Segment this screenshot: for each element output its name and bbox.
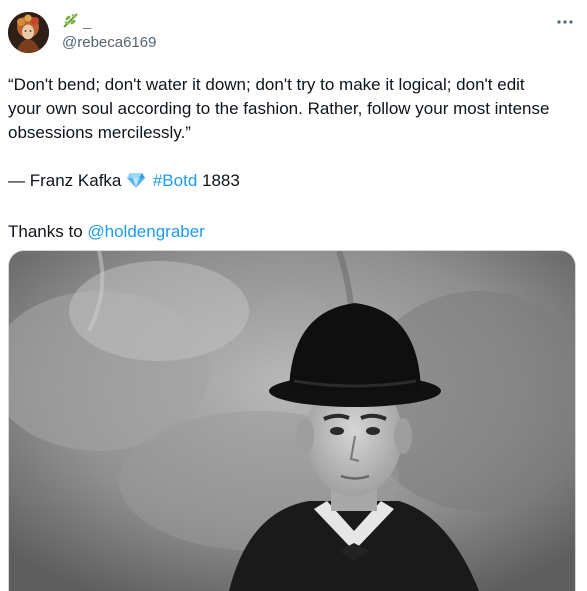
hashtag-link[interactable]: #Botd xyxy=(153,171,197,190)
more-options-button[interactable] xyxy=(553,12,577,32)
tweet-media[interactable] xyxy=(8,250,576,591)
tweet-text: “Don't bend; don't water it down; don't … xyxy=(8,73,578,244)
year-text: 1883 xyxy=(202,171,240,190)
author-name-row[interactable]: _ xyxy=(62,12,91,33)
quote-line-2: your own soul according to the fashion. … xyxy=(8,99,550,118)
mention-link[interactable]: @holdengraber xyxy=(87,222,204,241)
quote-line-3: obsessions mercilessly.” xyxy=(8,123,191,142)
author-avatar[interactable] xyxy=(8,12,49,53)
gem-stone-icon xyxy=(126,172,146,196)
author-handle[interactable]: @rebeca6169 xyxy=(62,34,156,51)
quote-line-1: “Don't bend; don't water it down; don't … xyxy=(8,75,525,94)
thanks-text: Thanks to xyxy=(8,222,83,241)
herb-sprig-icon xyxy=(62,12,80,33)
author-display-name[interactable]: _ xyxy=(83,14,91,31)
more-horizontal-icon xyxy=(557,20,573,24)
thanks-line: Thanks to @holdengraber xyxy=(8,220,578,244)
attribution-text: — Franz Kafka xyxy=(8,171,122,190)
attribution-line: — Franz Kafka #Botd 1883 xyxy=(8,169,578,196)
avatar-painting-icon xyxy=(8,12,49,53)
portrait-photo-image xyxy=(9,251,575,591)
